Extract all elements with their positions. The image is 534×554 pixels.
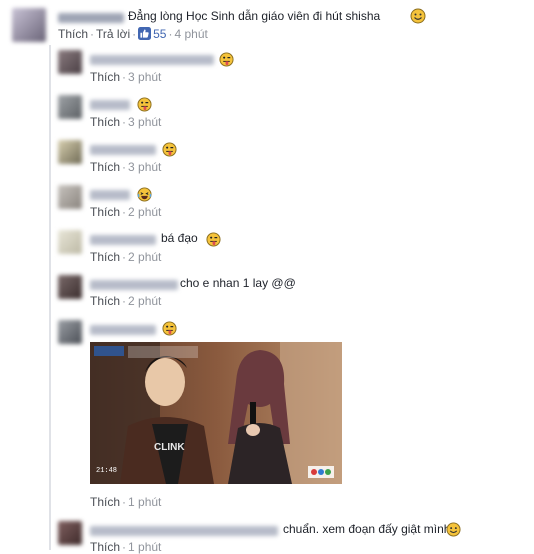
avatar[interactable] <box>58 185 82 209</box>
timestamp[interactable]: 3 phút <box>128 160 161 174</box>
comment-actions: Thích · Trả lời · 55 · 4 phút <box>58 27 208 43</box>
avatar[interactable] <box>58 275 82 299</box>
smile-emoji-icon <box>446 522 461 540</box>
comment-author[interactable] <box>90 235 156 245</box>
svg-text:21:48: 21:48 <box>96 467 117 475</box>
avatar[interactable] <box>58 521 82 545</box>
tongue-emoji-icon <box>219 52 234 70</box>
like-link[interactable]: Thích <box>90 115 120 129</box>
timestamp[interactable]: 4 phút <box>174 27 207 41</box>
comment-actions: Thích · 1 phút <box>90 495 162 509</box>
timestamp[interactable]: 3 phút <box>128 70 161 84</box>
smile-emoji-icon <box>410 8 426 27</box>
tongue-emoji-icon <box>137 97 152 115</box>
tongue-emoji-icon <box>162 321 177 339</box>
timestamp[interactable]: 1 phút <box>128 495 161 509</box>
svg-text:CLINK: CLINK <box>154 442 185 453</box>
like-link[interactable]: Thích <box>90 540 120 554</box>
comment-actions: Thích · 2 phút <box>90 205 162 219</box>
like-link[interactable]: Thích <box>90 294 120 308</box>
avatar[interactable] <box>58 50 82 74</box>
like-link[interactable]: Thích <box>90 160 120 174</box>
like-count[interactable]: 55 <box>153 27 166 41</box>
like-link[interactable]: Thích <box>90 495 120 509</box>
avatar[interactable] <box>58 230 82 254</box>
timestamp[interactable]: 2 phút <box>128 250 161 264</box>
comment-author[interactable] <box>90 526 278 536</box>
comment-author[interactable] <box>90 100 130 110</box>
like-link[interactable]: Thích <box>90 205 120 219</box>
comment-author[interactable] <box>90 145 156 155</box>
timestamp[interactable]: 1 phút <box>128 540 161 554</box>
comment-actions: Thích · 2 phút <box>90 250 162 264</box>
tongue-emoji-icon <box>206 232 221 250</box>
avatar[interactable] <box>12 8 46 42</box>
comment-actions: Thích · 3 phút <box>90 160 162 174</box>
tv-scene-photo[interactable]: CLINK 21:48 <box>90 342 342 484</box>
laugh-cry-emoji-icon <box>137 187 152 205</box>
timestamp[interactable]: 2 phút <box>128 294 161 308</box>
timestamp[interactable]: 2 phút <box>128 205 161 219</box>
comment-text: Đẳng lòng Học Sinh dẫn giáo viên đi hút … <box>128 9 381 23</box>
comment-text: chuẩn. xem đoạn đấy giật mình <box>283 522 451 536</box>
comment-author[interactable] <box>58 13 124 23</box>
comment-actions: Thích · 2 phút <box>90 294 162 308</box>
timestamp[interactable]: 3 phút <box>128 115 161 129</box>
comment-author[interactable] <box>90 190 130 200</box>
thumbs-up-icon[interactable] <box>138 27 152 43</box>
avatar[interactable] <box>58 320 82 344</box>
comment-actions: Thích · 3 phút <box>90 115 162 129</box>
avatar[interactable] <box>58 140 82 164</box>
comment-actions: Thích · 1 phút <box>90 540 162 554</box>
comment-author[interactable] <box>90 280 178 290</box>
comment-text: bá đạo <box>161 231 198 245</box>
comment-text: cho e nhan 1 lay @@ <box>180 276 296 290</box>
like-link[interactable]: Thích <box>58 27 88 41</box>
comment-actions: Thích · 3 phút <box>90 70 162 84</box>
reply-link[interactable]: Trả lời <box>96 27 130 41</box>
avatar[interactable] <box>58 95 82 119</box>
comment-author[interactable] <box>90 55 214 65</box>
comment-author[interactable] <box>90 325 156 335</box>
like-link[interactable]: Thích <box>90 250 120 264</box>
thread-line <box>49 45 51 550</box>
tongue-emoji-icon <box>162 142 177 160</box>
like-link[interactable]: Thích <box>90 70 120 84</box>
